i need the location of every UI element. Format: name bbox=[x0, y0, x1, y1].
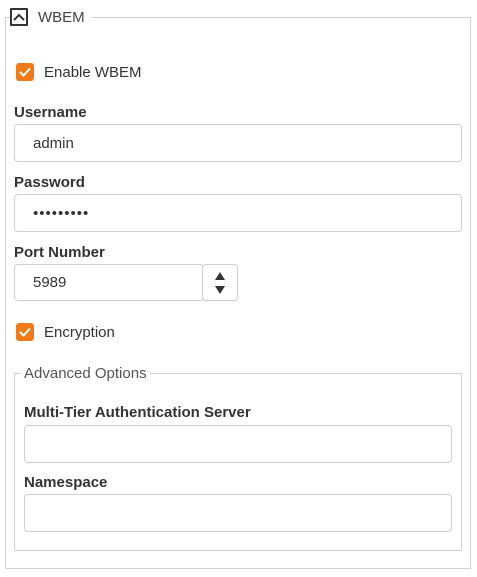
namespace-label: Namespace bbox=[24, 474, 108, 491]
wbem-legend: WBEM bbox=[10, 6, 91, 28]
username-label: Username bbox=[14, 104, 87, 121]
triangle-up-icon bbox=[215, 271, 225, 280]
password-input[interactable] bbox=[14, 194, 462, 232]
encryption-row: Encryption bbox=[16, 322, 115, 342]
port-label: Port Number bbox=[14, 244, 105, 261]
password-label: Password bbox=[14, 174, 85, 191]
enable-wbem-label: Enable WBEM bbox=[44, 63, 142, 81]
port-decrement-button[interactable] bbox=[203, 283, 237, 297]
auth-server-input[interactable] bbox=[24, 425, 452, 463]
enable-wbem-row: Enable WBEM bbox=[16, 62, 142, 82]
encryption-label: Encryption bbox=[44, 323, 115, 341]
namespace-input[interactable] bbox=[24, 494, 452, 532]
chevron-up-icon bbox=[13, 13, 25, 21]
triangle-down-icon bbox=[215, 285, 225, 294]
username-input[interactable] bbox=[14, 124, 462, 162]
checkmark-icon bbox=[19, 327, 31, 337]
collapse-button[interactable] bbox=[10, 8, 28, 26]
auth-server-label: Multi-Tier Authentication Server bbox=[24, 404, 251, 421]
port-input[interactable] bbox=[14, 264, 204, 301]
section-title: WBEM bbox=[38, 8, 85, 26]
checkmark-icon bbox=[19, 67, 31, 77]
enable-wbem-checkbox[interactable] bbox=[16, 63, 34, 81]
port-increment-button[interactable] bbox=[203, 269, 237, 283]
encryption-checkbox[interactable] bbox=[16, 323, 34, 341]
advanced-options-legend: Advanced Options bbox=[21, 365, 150, 383]
port-stepper bbox=[202, 264, 238, 301]
